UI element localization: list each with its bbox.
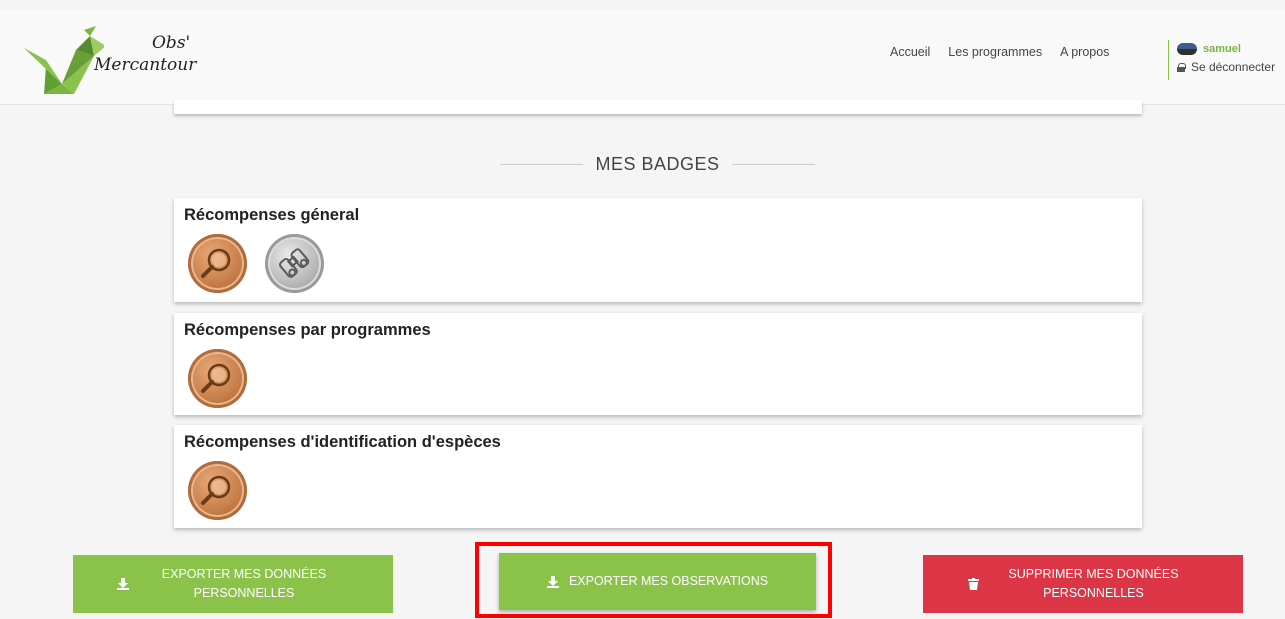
download-icon: [117, 578, 129, 590]
avatar: [1177, 43, 1197, 55]
bronze-magnifier-badge[interactable]: [188, 461, 247, 520]
silver-binoculars-badge[interactable]: [265, 234, 324, 293]
button-label: SUPPRIMER MES DONNÉES PERSONNELLES: [1008, 567, 1179, 600]
logo-line1: Obs': [152, 33, 191, 53]
magnifier-icon: [201, 475, 231, 505]
badge-card-programmes: Récompenses par programmes: [174, 313, 1142, 415]
divider-right: [731, 164, 815, 165]
highlight-box: [475, 542, 832, 618]
badge-list: [188, 461, 247, 520]
bronze-magnifier-badge[interactable]: [188, 234, 247, 293]
magnifier-icon: [201, 363, 231, 393]
logout-link[interactable]: Se déconnecter: [1177, 60, 1275, 74]
user-menu: samuel Se déconnecter: [1168, 40, 1275, 80]
delete-personal-data-button[interactable]: SUPPRIMER MES DONNÉES PERSONNELLES: [923, 555, 1243, 613]
section-title: MES BADGES: [595, 154, 720, 174]
site-header: Obs' Mercantour Accueil Les programmes A…: [0, 10, 1285, 105]
badge-card-general: Récompenses géneral: [174, 198, 1142, 302]
nav-programmes[interactable]: Les programmes: [948, 45, 1042, 59]
export-personal-data-button[interactable]: EXPORTER MES DONNÉES PERSONNELLES: [73, 555, 393, 613]
badge-card-identification: Récompenses d'identification d'espèces: [174, 425, 1142, 528]
card-title: Récompenses par programmes: [184, 321, 431, 339]
dragon-logo-icon: [24, 26, 106, 94]
site-logo[interactable]: Obs' Mercantour: [24, 26, 196, 96]
main-nav: Accueil Les programmes A propos: [890, 45, 1127, 59]
trash-icon: [967, 578, 979, 590]
binoculars-icon: [279, 248, 310, 278]
nav-a-propos[interactable]: A propos: [1060, 45, 1109, 59]
badge-list: [188, 349, 247, 408]
logo-line2: Mercantour: [94, 55, 197, 75]
logo-text: Obs' Mercantour: [94, 32, 196, 76]
user-profile-link[interactable]: samuel: [1177, 40, 1275, 58]
logout-label: Se déconnecter: [1191, 60, 1276, 74]
username: samuel: [1203, 43, 1241, 55]
button-label: EXPORTER MES DONNÉES PERSONNELLES: [161, 567, 327, 600]
nav-accueil[interactable]: Accueil: [890, 45, 930, 59]
badge-list: [188, 234, 324, 293]
card-title: Récompenses géneral: [184, 206, 360, 224]
card-title: Récompenses d'identification d'espèces: [184, 433, 501, 451]
lock-icon: [1177, 62, 1186, 72]
previous-card: [174, 100, 1142, 114]
magnifier-icon: [201, 248, 231, 278]
bronze-magnifier-badge[interactable]: [188, 349, 247, 408]
divider-left: [500, 164, 584, 165]
section-header: MES BADGES: [500, 154, 815, 175]
